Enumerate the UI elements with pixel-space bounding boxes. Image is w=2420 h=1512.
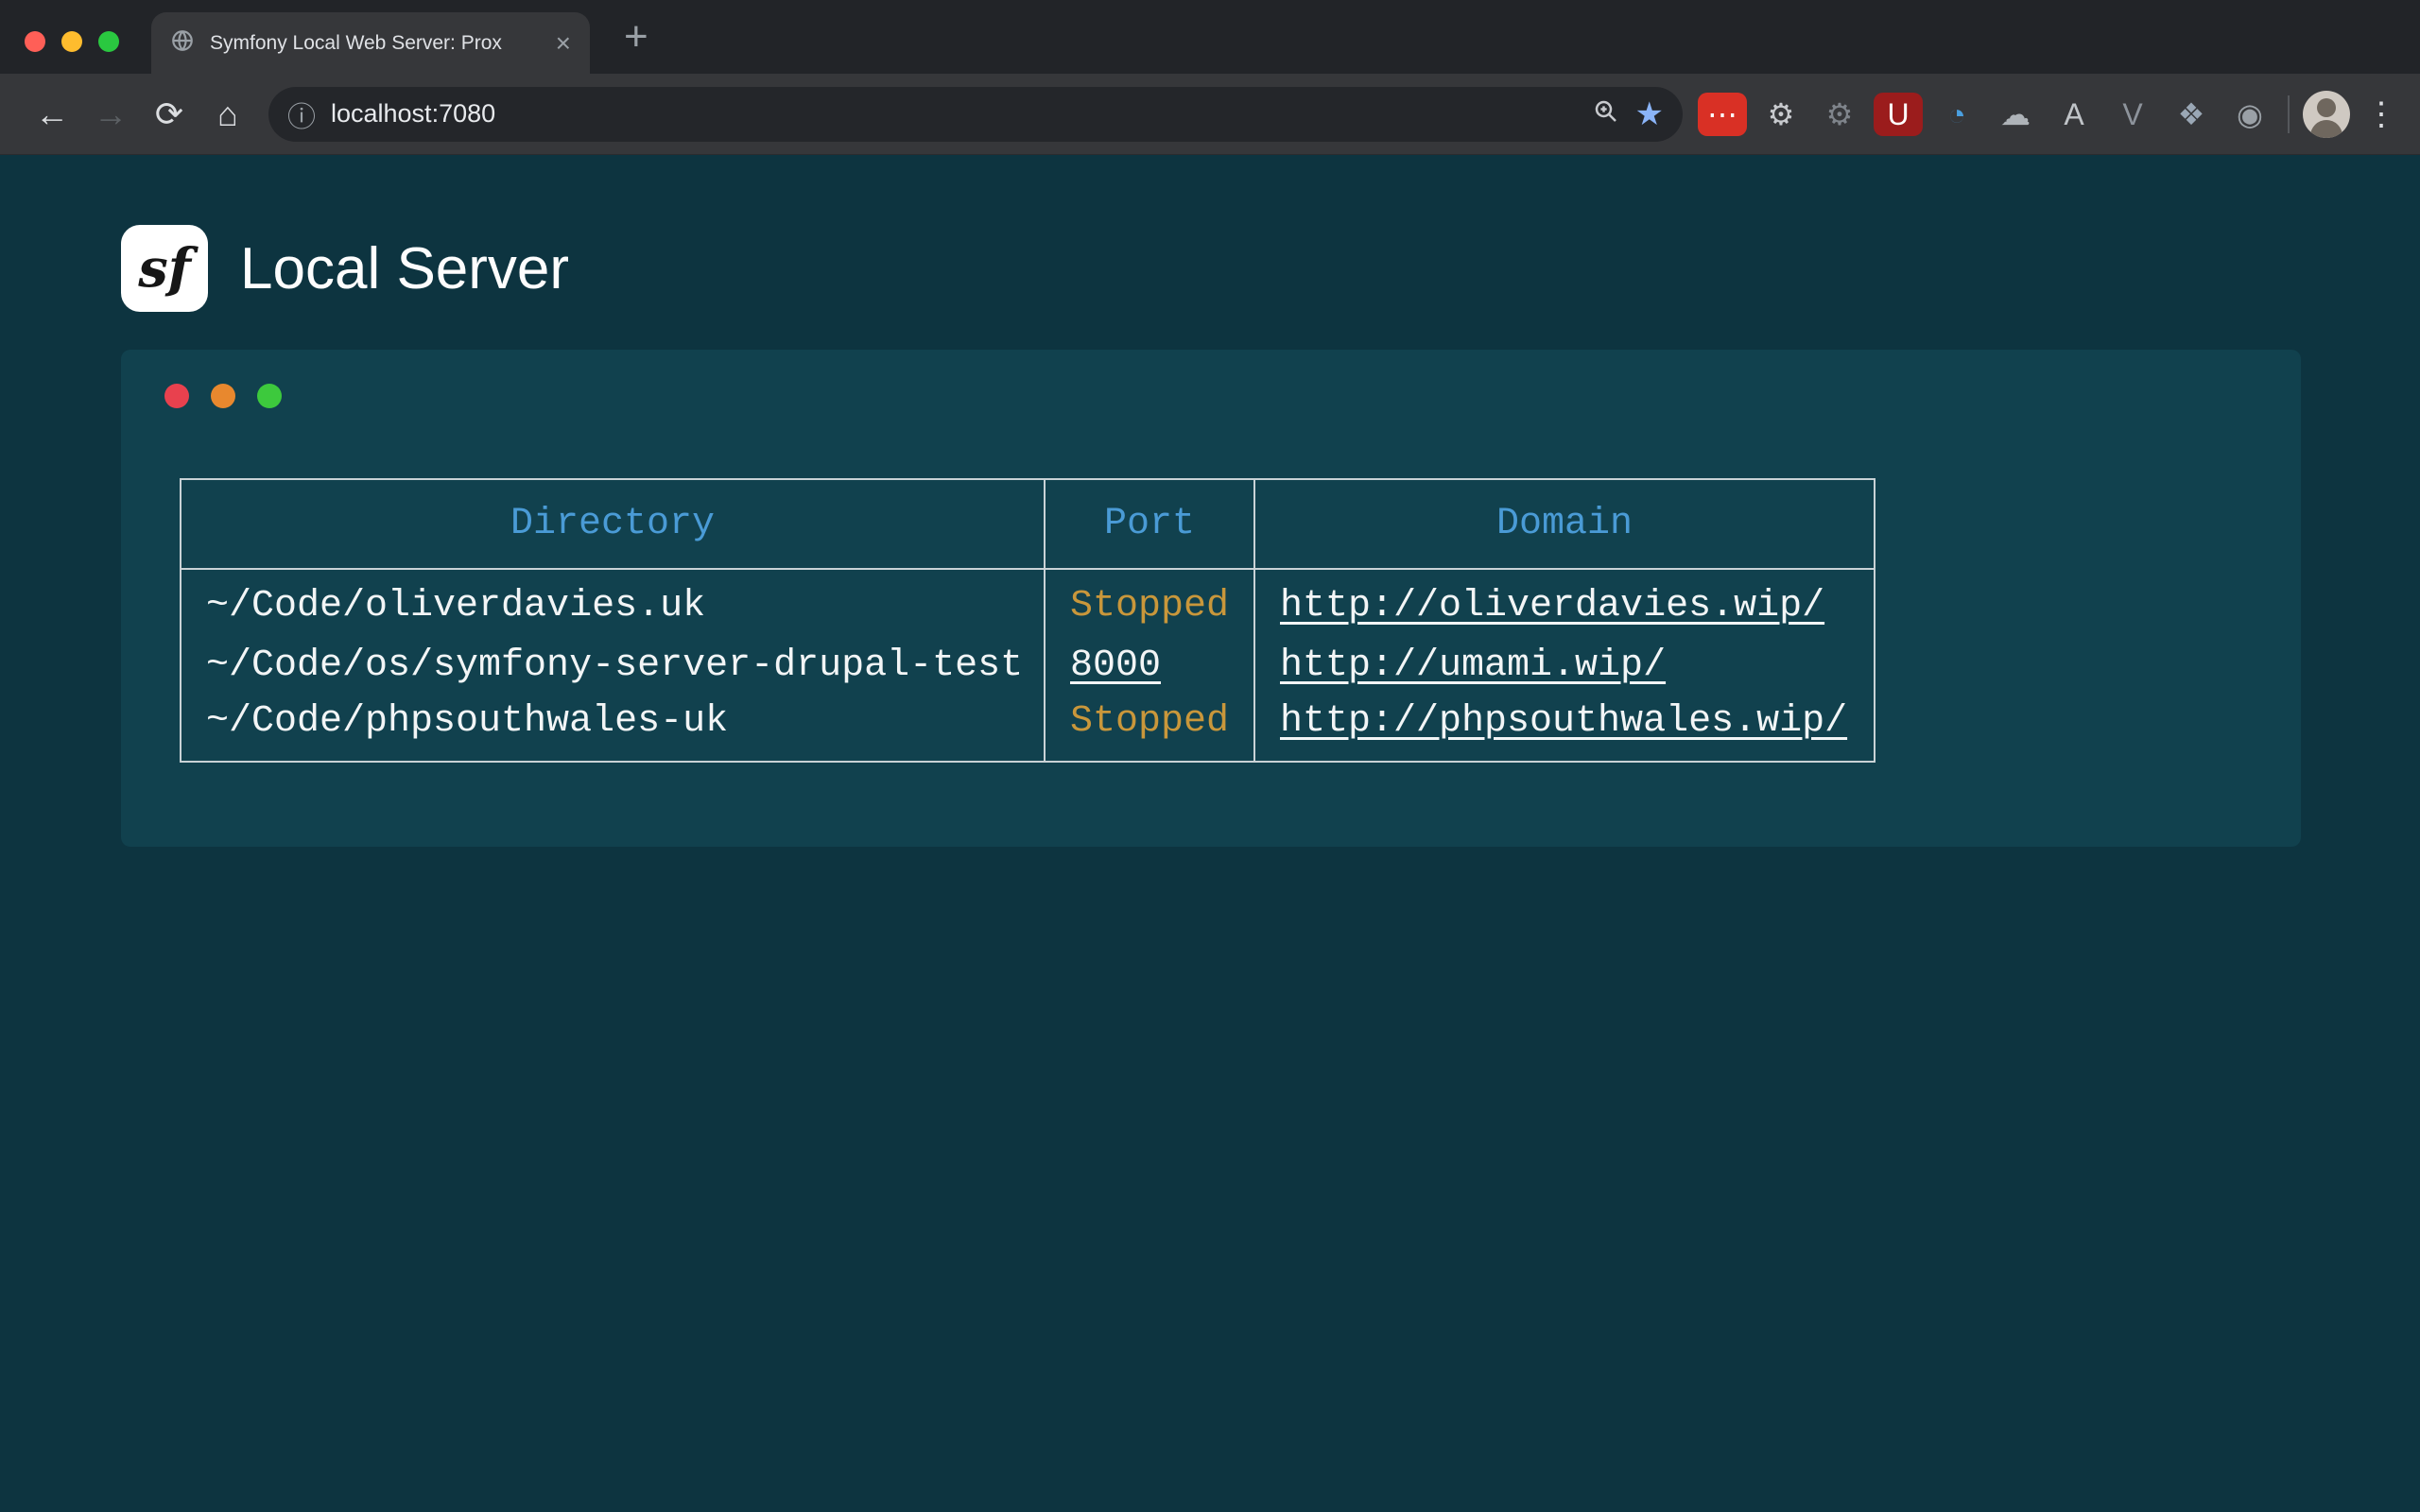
profile-avatar[interactable] bbox=[2303, 91, 2350, 138]
back-icon[interactable]: ← bbox=[23, 97, 81, 131]
globe-favicon-icon bbox=[170, 28, 195, 58]
domain-cell: http://oliverdavies.wip/ bbox=[1254, 569, 1875, 633]
panel-red-dot bbox=[164, 384, 189, 408]
toolbar-divider bbox=[2288, 95, 2290, 133]
url-text[interactable]: localhost:7080 bbox=[331, 99, 1577, 129]
table-row: ~/Code/oliverdavies.uk Stopped http://ol… bbox=[181, 569, 1875, 633]
extension-v-badge-icon[interactable]: V bbox=[2108, 93, 2157, 136]
extension-blue-disc-icon[interactable]: ◔ bbox=[1932, 93, 1981, 136]
extension-gear-light-icon[interactable]: ⚙ bbox=[1756, 93, 1806, 136]
window-zoom-button[interactable] bbox=[98, 31, 119, 52]
browser-window: Symfony Local Web Server: Prox × + ← → ⟳… bbox=[0, 0, 2420, 155]
column-header-directory: Directory bbox=[181, 479, 1045, 569]
column-header-port: Port bbox=[1045, 479, 1254, 569]
domain-cell: http://phpsouthwales.wip/ bbox=[1254, 697, 1875, 762]
extension-red-dots-icon[interactable]: ⋯ bbox=[1698, 93, 1747, 136]
browser-tab[interactable]: Symfony Local Web Server: Prox × bbox=[151, 12, 590, 74]
address-bar[interactable]: ⓘ localhost:7080 ★ bbox=[268, 87, 1683, 142]
servers-table: Directory Port Domain ~/Code/oliverdavie… bbox=[180, 478, 1876, 763]
tab-title: Symfony Local Web Server: Prox bbox=[210, 32, 541, 55]
domain-link[interactable]: http://phpsouthwales.wip/ bbox=[1280, 700, 1847, 743]
extension-cloud-icon[interactable]: ☁ bbox=[1991, 93, 2040, 136]
server-panel: Directory Port Domain ~/Code/oliverdavie… bbox=[121, 350, 2301, 847]
extensions-bar: ⋯⚙⚙U◔☁AV❖◉ bbox=[1698, 93, 2274, 136]
column-header-domain: Domain bbox=[1254, 479, 1875, 569]
window-close-button[interactable] bbox=[25, 31, 45, 52]
domain-cell: http://umami.wip/ bbox=[1254, 633, 1875, 697]
extension-grid-badge-icon[interactable]: ❖ bbox=[2167, 93, 2216, 136]
panel-green-dot bbox=[257, 384, 282, 408]
browser-menu-icon[interactable]: ⋮ bbox=[2365, 95, 2397, 133]
tab-strip: Symfony Local Web Server: Prox × + bbox=[0, 0, 2420, 74]
brand-header: sf Local Server bbox=[121, 225, 2420, 312]
zoom-icon[interactable] bbox=[1592, 97, 1620, 130]
home-icon[interactable]: ⌂ bbox=[199, 97, 257, 131]
table-header-row: Directory Port Domain bbox=[181, 479, 1875, 569]
port-status: Stopped bbox=[1045, 697, 1254, 762]
site-info-icon[interactable]: ⓘ bbox=[287, 94, 316, 135]
port-cell: 8000 bbox=[1045, 633, 1254, 697]
port-link[interactable]: 8000 bbox=[1070, 644, 1161, 687]
page-content: sf Local Server Directory Port Domain ~/… bbox=[0, 155, 2420, 1512]
panel-window-dots bbox=[121, 350, 2301, 408]
directory-cell: ~/Code/oliverdavies.uk bbox=[181, 569, 1045, 633]
domain-link[interactable]: http://oliverdavies.wip/ bbox=[1280, 585, 1824, 627]
directory-cell: ~/Code/phpsouthwales-uk bbox=[181, 697, 1045, 762]
symfony-logo: sf bbox=[121, 225, 208, 312]
table-row: ~/Code/phpsouthwales-uk Stopped http://p… bbox=[181, 697, 1875, 762]
tab-close-icon[interactable]: × bbox=[556, 30, 571, 57]
new-tab-button[interactable]: + bbox=[624, 13, 648, 60]
bookmark-star-icon[interactable]: ★ bbox=[1635, 95, 1664, 133]
reload-icon[interactable]: ⟳ bbox=[140, 97, 199, 131]
window-controls bbox=[25, 31, 119, 52]
directory-cell: ~/Code/os/symfony-server-drupal-test bbox=[181, 633, 1045, 697]
page-title: Local Server bbox=[240, 235, 569, 302]
port-status: Stopped bbox=[1045, 569, 1254, 633]
extension-a-badge-icon[interactable]: A bbox=[2049, 93, 2099, 136]
table-row: ~/Code/os/symfony-server-drupal-test 800… bbox=[181, 633, 1875, 697]
panel-orange-dot bbox=[211, 384, 235, 408]
browser-toolbar: ← → ⟳ ⌂ ⓘ localhost:7080 ★ ⋯⚙⚙U◔☁AV❖◉ ⋮ bbox=[0, 74, 2420, 155]
symfony-logo-glyph: sf bbox=[138, 237, 191, 300]
extension-octocat-icon[interactable]: ◉ bbox=[2225, 93, 2274, 136]
window-minimize-button[interactable] bbox=[61, 31, 82, 52]
extension-u-badge-icon[interactable]: U bbox=[1874, 93, 1923, 136]
domain-link[interactable]: http://umami.wip/ bbox=[1280, 644, 1666, 687]
forward-icon[interactable]: → bbox=[81, 97, 140, 131]
extension-gear-dark-icon[interactable]: ⚙ bbox=[1815, 93, 1864, 136]
